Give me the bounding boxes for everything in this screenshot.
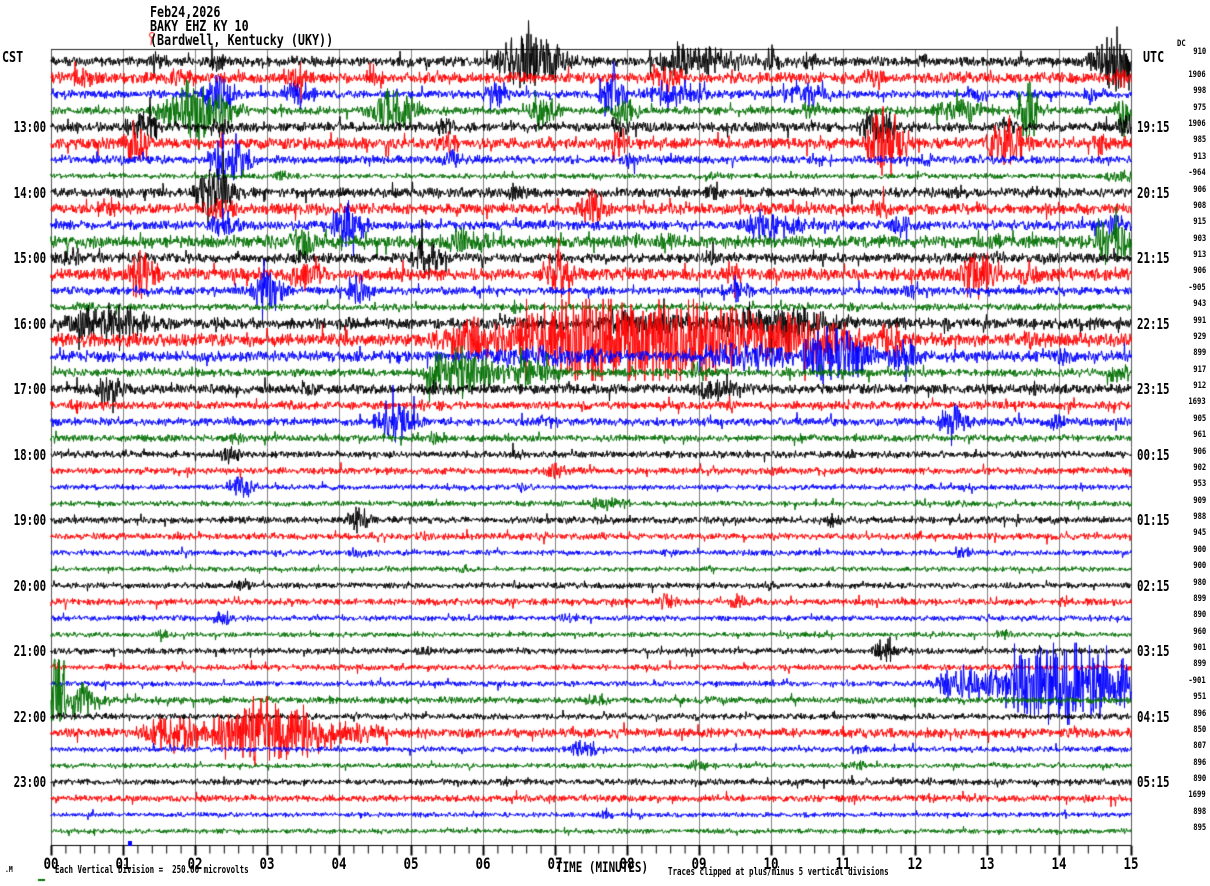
x-axis-title: TIME (MINUTES) [556,860,649,876]
utc-hour-label: 01:15 [1137,511,1170,529]
dc-value: 901 [1192,643,1206,653]
dc-value: -964 [1188,168,1206,179]
dc-value: 902 [1192,462,1206,473]
dc-value: 899 [1192,593,1206,604]
dc-value: 910 [1192,47,1206,57]
utc-hour-label: 19:15 [1137,118,1170,136]
dc-value: 975 [1192,102,1206,113]
cst-hour-label: 14:00 [13,183,46,202]
dc-value: 807 [1192,741,1206,752]
minute-label: 12 [907,854,923,873]
dc-value: 895 [1192,823,1206,834]
dc-value: 903 [1192,233,1206,244]
cst-hour-label: 16:00 [13,314,46,333]
dc-value: 906 [1192,266,1206,277]
cst-hour-label: 20:00 [13,576,46,595]
helicorder-page: Feb24,2026 BAKY EHZ KY 10 (Bardwell, Ken… [0,0,1210,886]
seismogram-plot-canvas [0,0,1210,886]
dc-value: 912 [1192,381,1206,391]
dc-value: 909 [1192,495,1206,506]
dc-value: 896 [1192,708,1206,719]
cst-hour-label: 13:00 [13,118,46,136]
dc-value: 980 [1192,577,1206,588]
dc-value: 850 [1192,724,1206,735]
cst-axis-header: CST [2,48,24,66]
cst-hour-label: 18:00 [13,445,46,464]
utc-hour-label: 22:15 [1137,314,1170,333]
utc-hour-label: 03:15 [1137,642,1170,660]
utc-hour-label: 02:15 [1137,576,1170,595]
dc-value: 960 [1192,626,1206,637]
location-label: (Bardwell, Kentucky (UKY)) [150,31,334,49]
minute-label: 03 [259,854,275,873]
scale-note: Each Vertical Division = 250.00 microvol… [55,863,249,876]
dc-value: 900 [1192,561,1206,572]
minute-label: 13 [979,854,995,873]
clip-note: Traces clipped at plus/minus 5 vertical … [668,865,889,878]
minute-label: 15 [1123,854,1139,873]
utc-hour-label: 05:15 [1137,773,1170,791]
dc-value: 945 [1192,528,1206,539]
dc-value: 991 [1192,315,1206,326]
utc-hour-label: 04:15 [1137,707,1170,726]
dc-column-header: DC [1177,39,1186,49]
dc-value: 961 [1192,430,1206,441]
minute-label: 05 [403,854,419,873]
dc-value: 896 [1192,757,1206,768]
dc-value: 943 [1192,299,1206,310]
dc-value: 915 [1192,217,1206,228]
dc-value: 953 [1192,479,1206,490]
utc-hour-label: 23:15 [1137,380,1170,398]
dc-value: 917 [1192,364,1206,375]
dc-value: 1906 [1188,69,1206,80]
minute-label: 04 [331,854,347,873]
cst-hour-label: 17:00 [13,380,46,398]
dc-value: 890 [1192,610,1206,621]
dc-value: 929 [1192,331,1206,342]
minute-label: 06 [475,854,491,873]
dc-value: 998 [1192,86,1206,97]
dc-value: 900 [1192,544,1206,555]
dc-value: 908 [1192,200,1206,211]
corner-mark: .M [5,865,13,874]
dc-value: 906 [1192,446,1206,457]
dc-value: 899 [1192,348,1206,359]
dc-value: 913 [1192,250,1206,260]
minute-label: 14 [1051,854,1067,873]
dc-value: -901 [1188,675,1206,686]
dc-value: -905 [1188,282,1206,293]
dc-value: 913 [1192,151,1206,162]
dc-value: 1693 [1188,397,1206,408]
dc-value: 906 [1192,184,1206,195]
dc-value: 951 [1192,692,1206,703]
utc-axis-header: UTC [1143,48,1165,66]
utc-hour-label: 21:15 [1137,249,1170,267]
dc-value: 1699 [1188,790,1206,801]
cst-hour-label: 22:00 [13,707,46,726]
cst-hour-label: 15:00 [13,249,46,267]
cst-hour-label: 23:00 [13,773,46,791]
dc-value: 905 [1192,413,1206,424]
dc-value: 988 [1192,512,1206,522]
dc-value: 985 [1192,135,1206,146]
utc-hour-label: 00:15 [1137,445,1170,464]
utc-hour-label: 20:15 [1137,183,1170,202]
cst-hour-label: 21:00 [13,642,46,660]
dc-value: 890 [1192,774,1206,784]
dc-value: 899 [1192,659,1206,670]
dc-value: 1906 [1188,119,1206,129]
dc-value: 898 [1192,806,1206,817]
cst-hour-label: 19:00 [13,511,46,529]
